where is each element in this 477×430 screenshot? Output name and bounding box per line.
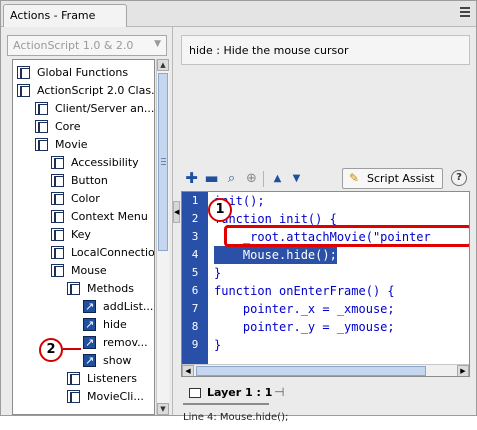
layer-icon [189,388,201,398]
book-icon [51,246,64,259]
tree-item-label: LocalConnection [71,246,155,259]
function-icon [83,316,96,334]
book-icon [51,228,64,241]
line-number: 8 [191,320,199,333]
find-icon[interactable]: ⌕ [223,170,240,187]
magic-wand-icon: ✎ [349,171,360,185]
line-number: 1 [191,194,199,207]
line-number: 5 [191,266,199,279]
tree-item-label: Key [71,228,91,241]
annotation-marker-1: 1 [208,198,232,222]
line-number: 3 [191,230,199,243]
function-icon [83,352,96,370]
actions-tree[interactable]: Global Functions ActionScript 2.0 Clas...… [12,59,155,415]
function-icon [83,334,96,352]
code-editor[interactable]: 1 init(); 2 function init() {3 _root.attach… [181,191,470,377]
title-bar: Actions - Frame [1,1,476,27]
tree-item-label: ActionScript 2.0 Clas... [37,84,155,97]
tree-item-label: Methods [87,282,134,295]
book-icon [51,210,64,223]
code-line[interactable]: } [214,264,221,282]
scroll-left-icon[interactable]: ◀ [182,365,194,376]
tree-item-label: Button [71,174,108,187]
tree-scrollbar[interactable]: ▲ ▼ [156,59,169,415]
code-line[interactable]: } [214,336,221,354]
script-toolbar: ✚ ▬ ⌕ ⊕ ▲ ▼ ✎ Script Assist ? [181,168,474,191]
script-assist-button[interactable]: ✎ Script Assist [342,168,443,189]
tree-item-label: MovieCli... [87,390,144,403]
book-icon [35,120,48,133]
scrollbar-thumb[interactable] [158,73,168,251]
annotation-pointer-line [63,348,81,350]
tree-item-label: hide [103,318,127,331]
line-number: 4 [191,248,199,261]
tree-item-label: remov... [103,336,148,349]
scroll-down-icon[interactable]: ▼ [157,403,169,415]
scroll-up-icon[interactable]: ▲ [157,59,169,71]
editor-horizontal-scrollbar[interactable]: ◀ ▶ [182,364,469,376]
book-icon [51,156,64,169]
book-icon [67,282,80,295]
line-number: 7 [191,302,199,315]
code-line[interactable]: pointer._y = _ymouse; [214,318,395,336]
help-icon[interactable]: ? [451,170,467,186]
code-hint-bar: hide : Hide the mouse cursor [181,35,470,65]
line-number: 9 [191,338,199,351]
code-line[interactable]: Mouse.hide(); [214,246,337,264]
move-up-icon[interactable]: ▲ [269,170,286,187]
annotation-marker-2: 2 [39,338,63,362]
line-number: 2 [191,212,199,225]
function-icon [83,298,96,316]
tree-item-label: Accessibility [71,156,139,169]
book-icon [35,102,48,115]
panel-options-menu-icon[interactable] [456,7,470,19]
book-icon [67,372,80,385]
tree-item-label: Client/Server an... [55,102,155,115]
book-icon [17,66,30,79]
layer-tab-label: Layer 1 : 1 [207,386,273,399]
add-item-icon[interactable]: ✚ [183,170,200,187]
book-icon [67,390,80,403]
status-bar: Line 4: Mouse.hide(); [183,412,289,423]
panel-title-tab[interactable]: Actions - Frame [3,4,127,27]
actions-panel: Actions - Frame ActionScript 1.0 & 2.0 ▼… [0,0,477,423]
tree-item-label: Movie [55,138,88,151]
code-line[interactable]: function onEnterFrame() { [214,282,395,300]
pin-script-icon[interactable]: ⊣ [274,385,284,399]
scrollbar-thumb[interactable] [196,366,426,376]
language-select-value: ActionScript 1.0 & 2.0 [13,39,134,52]
tree-item-label: Color [71,192,100,205]
language-select[interactable]: ActionScript 1.0 & 2.0 ▼ [7,35,167,56]
layer-tab[interactable]: Layer 1 : 1 [183,383,273,405]
tree-item-label: addList... [103,300,154,313]
script-pane: hide : Hide the mouse cursor ✚ ▬ ⌕ ⊕ ▲ ▼… [181,27,476,423]
book-icon [51,174,64,187]
move-down-icon[interactable]: ▼ [288,170,305,187]
tree-item-label: Mouse [71,264,107,277]
line-number: 6 [191,284,199,297]
scroll-right-icon[interactable]: ▶ [457,365,469,376]
book-icon [51,264,64,277]
code-line[interactable]: pointer._x = _xmouse; [214,300,395,318]
collapse-toolbox-handle[interactable]: ◀ [173,201,180,223]
annotation-highlight-box [224,225,469,247]
book-icon [35,138,48,151]
tree-item-label: Global Functions [37,66,129,79]
tree-item-label: Core [55,120,81,133]
book-icon [17,84,30,97]
actions-toolbox: ActionScript 1.0 & 2.0 ▼ Global Function… [1,27,173,415]
delete-item-icon[interactable]: ▬ [203,170,220,187]
tree-item-label: Context Menu [71,210,148,223]
tree-item-label: show [103,354,132,367]
script-assist-label: Script Assist [367,172,435,185]
tree-item-label: Listeners [87,372,137,385]
insert-target-path-icon[interactable]: ⊕ [243,170,260,187]
chevron-down-icon: ▼ [154,39,161,49]
book-icon [51,192,64,205]
toolbar-divider [263,171,264,187]
